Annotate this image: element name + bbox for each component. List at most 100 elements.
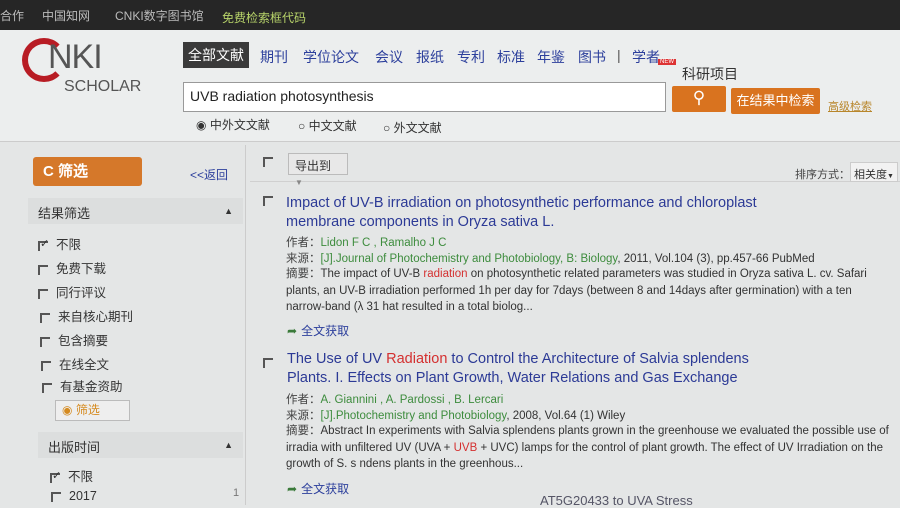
filter-core-journal[interactable]: 来自核心期刊: [40, 306, 133, 325]
tab-patent[interactable]: 专利: [457, 47, 485, 67]
source-label: 来源：: [286, 253, 321, 265]
section-title: 结果筛选: [38, 206, 91, 221]
sort-select[interactable]: 相关度▼: [850, 162, 898, 182]
fulltext-link[interactable]: ➦ 全文获取: [287, 322, 349, 339]
share-arrow-icon: ➦: [287, 482, 298, 496]
radio-chinese[interactable]: ○ 中文文献: [298, 117, 357, 134]
apply-filter-button[interactable]: ◉ 筛选: [55, 400, 130, 421]
result-title[interactable]: The Use of UV Radiation to Control the A…: [287, 351, 749, 367]
fulltext-label: 全文获取: [301, 482, 350, 496]
tab-yearbook[interactable]: 年鉴: [537, 47, 565, 67]
filter-unlimited[interactable]: 不限: [38, 234, 81, 253]
top-link-cooperation[interactable]: 合作: [0, 7, 24, 24]
author-links[interactable]: Lidon F C , Ramalho J C: [321, 237, 447, 249]
year-label: 2017: [69, 489, 97, 503]
source-link[interactable]: [J].Photochemistry and Photobiology: [321, 410, 507, 422]
filter-label: 同行评议: [56, 286, 107, 300]
result-abstract: 摘要：The impact of UV-B radiation on photo…: [286, 266, 891, 316]
year-2017[interactable]: 2017: [51, 489, 97, 503]
abstract-highlight: radiation: [423, 268, 468, 280]
year-count: 1: [233, 487, 240, 499]
search-button[interactable]: ⚲: [672, 86, 726, 112]
checkbox[interactable]: [42, 382, 52, 393]
abstract-label: 摘要：: [286, 425, 321, 437]
select-all-checkbox[interactable]: [263, 157, 273, 167]
abstract-text: with unfiltered UV (UVA +: [321, 441, 454, 454]
result-title[interactable]: Impact of UV-B irradiation on photosynth…: [286, 195, 757, 211]
divider: [245, 145, 246, 505]
result-filter-header[interactable]: 结果筛选 ▲: [28, 198, 243, 224]
advanced-search-link[interactable]: 高级检索: [828, 98, 872, 114]
pub-time-header[interactable]: 出版时间 ▲: [38, 432, 243, 458]
abstract-text: an UV-B irradiation performed 1h per day…: [286, 284, 852, 314]
radio-all-lang[interactable]: ◉ 中外文文献: [196, 116, 270, 133]
tab-journal[interactable]: 期刊: [260, 47, 288, 67]
tab-thesis[interactable]: 学位论文: [303, 47, 359, 67]
collapse-icon[interactable]: ▲: [224, 206, 233, 216]
checkbox[interactable]: [51, 491, 61, 502]
tab-book[interactable]: 图书: [578, 47, 606, 67]
result-source: 来源：[J].Photochemistry and Photobiology, …: [286, 407, 625, 423]
collapse-icon[interactable]: ▲: [224, 440, 233, 450]
filter-free-download[interactable]: 免费下载: [38, 258, 106, 277]
filter-label: 不限: [56, 238, 82, 252]
new-badge: NEW: [658, 59, 676, 65]
author-links[interactable]: A. Giannini , A. Pardossi , B. Lercari: [321, 394, 504, 406]
checkbox[interactable]: [38, 288, 48, 299]
source-details: , 2008, Vol.64 (1) Wiley: [506, 410, 626, 422]
filter-online-fulltext[interactable]: 在线全文: [41, 354, 109, 373]
checkbox[interactable]: [38, 264, 48, 275]
tab-all[interactable]: 全部文献: [183, 42, 249, 68]
filter-label: 来自核心期刊: [58, 310, 134, 324]
fulltext-link[interactable]: ➦ 全文获取: [287, 480, 349, 497]
search-input[interactable]: UVB radiation photosynthesis: [183, 82, 666, 112]
checkbox[interactable]: [50, 469, 61, 483]
checkbox[interactable]: [41, 360, 51, 371]
filter-label: 在线全文: [59, 358, 110, 372]
filter-button[interactable]: C 筛选: [33, 157, 142, 186]
result-abstract: 摘要：Abstract In experiments with Salvia s…: [286, 423, 891, 473]
tab-newspaper[interactable]: 报纸: [416, 47, 444, 67]
abstract-text: The impact of UV-B: [320, 268, 424, 280]
section-title: 出版时间: [48, 440, 101, 455]
fulltext-label: 全文获取: [301, 324, 350, 338]
chevron-down-icon: ▼: [887, 173, 894, 180]
filter-label: 筛选: [58, 163, 89, 180]
search-icon: ⚲: [692, 88, 706, 107]
filter-has-abstract[interactable]: 包含摘要: [40, 330, 108, 349]
abstract-label: 摘要：: [286, 268, 321, 280]
source-label: 来源：: [286, 410, 321, 422]
top-link-cnki[interactable]: 中国知网: [42, 7, 90, 24]
sort-label: 排序方式：: [795, 169, 850, 181]
filter-label: 免费下载: [56, 262, 107, 276]
logo-scholar: SCHOLAR: [64, 78, 142, 95]
chevron-down-icon: ▼: [295, 178, 303, 187]
abstract-highlight: UVB: [453, 441, 478, 454]
tab-scholar[interactable]: 学者: [632, 47, 660, 67]
checkbox[interactable]: [40, 312, 50, 323]
result-checkbox[interactable]: [263, 196, 273, 206]
result-title-line2[interactable]: Plants. I. Effects on Plant Growth, Wate…: [287, 370, 738, 386]
back-link[interactable]: <<返回: [190, 166, 228, 183]
tab-standard[interactable]: 标准: [497, 47, 525, 67]
tab-research[interactable]: 科研项目: [682, 64, 738, 84]
abstract-text: hat resulted in a total biolog...: [382, 301, 533, 313]
result-checkbox[interactable]: [263, 358, 273, 368]
top-link-search-code[interactable]: 免费检索框代码: [222, 9, 306, 26]
filter-funded[interactable]: 有基金资助: [42, 376, 123, 395]
filter-peer-review[interactable]: 同行评议: [38, 282, 106, 301]
logo-nki: NKI: [48, 38, 103, 76]
search-within-button[interactable]: 在结果中检索: [731, 88, 820, 114]
checkbox[interactable]: [40, 336, 50, 347]
refresh-icon: C: [43, 163, 54, 180]
checkbox[interactable]: [38, 237, 49, 251]
export-dropdown[interactable]: 导出到 ▼: [288, 153, 348, 187]
source-link[interactable]: [J].Journal of Photochemistry and Photob…: [321, 253, 618, 265]
top-link-library[interactable]: CNKI数字图书馆: [115, 7, 204, 24]
next-result-title-partial[interactable]: AT5G20433 to UVA Stress: [540, 493, 693, 508]
radio-foreign[interactable]: ○ 外文文献: [383, 119, 442, 136]
result-title-line2[interactable]: membrane components in Oryza sativa L.: [286, 214, 554, 230]
year-unlimited[interactable]: 不限: [50, 466, 93, 485]
tab-conference[interactable]: 会议: [375, 47, 403, 67]
radio-label: 中外文文献: [209, 118, 270, 132]
